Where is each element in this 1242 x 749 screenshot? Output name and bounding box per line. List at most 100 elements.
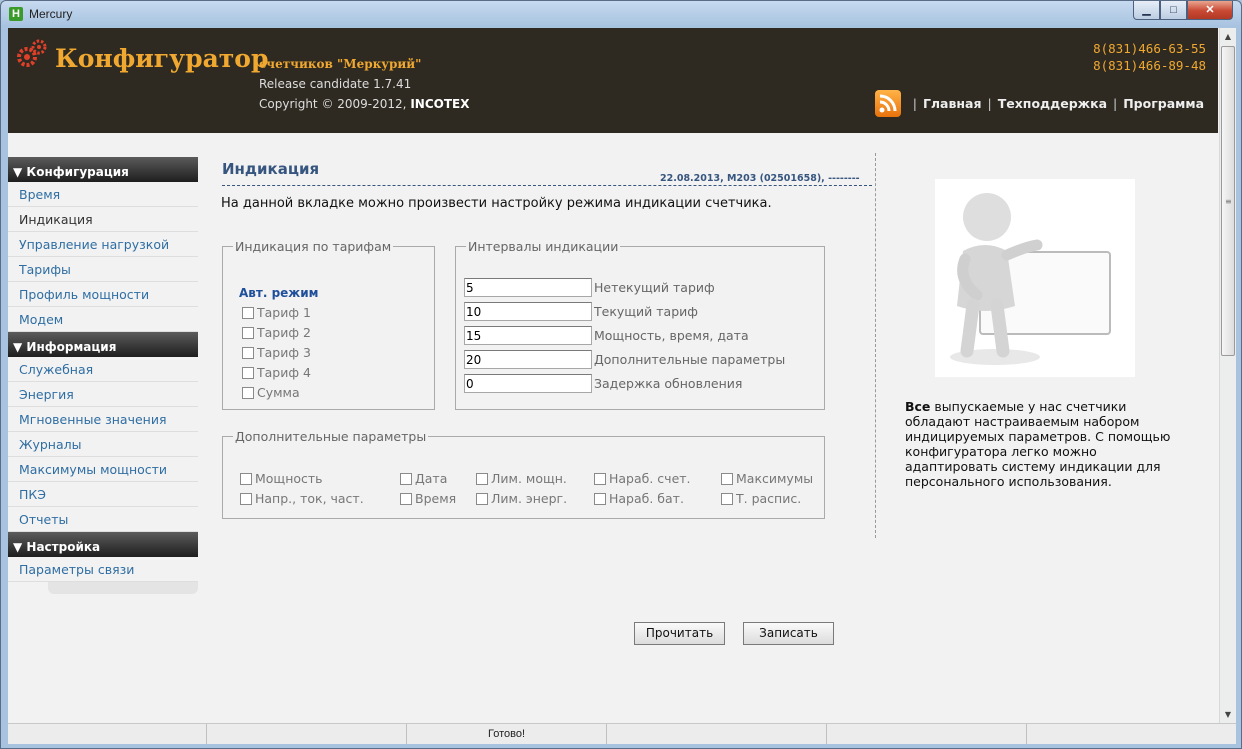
checkbox-box[interactable]	[242, 346, 254, 359]
checkbox-box[interactable]	[240, 472, 252, 485]
scroll-up-arrow-icon[interactable]: ▲	[1220, 28, 1236, 45]
sidebar-item-indication[interactable]: Индикация	[8, 207, 198, 232]
checkbox-box[interactable]	[721, 472, 733, 485]
gears-icon	[17, 39, 47, 67]
checkbox-box[interactable]	[400, 472, 412, 485]
status-text: Готово!	[407, 724, 607, 744]
power-time-date-input[interactable]	[464, 326, 592, 345]
tariff-2-checkbox[interactable]: Тариф 2	[242, 325, 311, 340]
checkbox-box[interactable]	[476, 472, 488, 485]
sidebar-item-power-maximums[interactable]: Максимумы мощности	[8, 457, 198, 482]
sidebar-section-settings[interactable]: ▼ Настройка	[8, 532, 198, 557]
rss-icon[interactable]	[874, 90, 901, 117]
sidebar-item-modem[interactable]: Модем	[8, 307, 198, 332]
interval-row-power-time-date: Мощность, время, дата	[464, 326, 749, 345]
extra-params-input[interactable]	[464, 350, 592, 369]
battery-runtime-checkbox[interactable]: Нараб. бат.	[594, 491, 684, 506]
sidebar-item-load-control[interactable]: Управление нагрузкой	[8, 232, 198, 257]
time-checkbox[interactable]: Время	[400, 491, 456, 506]
power-limit-checkbox[interactable]: Лим. мощн.	[476, 471, 567, 486]
release-label: Release candidate 1.7.41	[259, 77, 412, 91]
sidebar-item-instant-values[interactable]: Мгновенные значения	[8, 407, 198, 432]
checkbox-box[interactable]	[240, 492, 252, 505]
checkbox-box[interactable]	[594, 492, 606, 505]
device-info: 22.08.2013, M203 (02501658), --------	[660, 173, 860, 184]
checkbox-box[interactable]	[721, 492, 733, 505]
content-divider	[875, 153, 876, 538]
close-button[interactable]: ✕	[1187, 1, 1233, 20]
checkbox-box[interactable]	[242, 366, 254, 379]
tariff-indication-group: Индикация по тарифам Авт. режим Тариф 1 …	[222, 239, 435, 410]
title-bar[interactable]: H Mercury ▁ □ ✕	[1, 1, 1241, 28]
power-time-date-label: Мощность, время, дата	[594, 328, 749, 343]
app-icon: H	[9, 7, 23, 21]
phone-1: 8(831)466-63-55	[1093, 41, 1206, 56]
checkbox-box[interactable]	[594, 472, 606, 485]
checkbox-box[interactable]	[242, 386, 254, 399]
grip-icon: ≡	[1225, 197, 1232, 206]
sidebar-section-configuration[interactable]: ▼ Конфигурация	[8, 157, 198, 182]
sum-checkbox[interactable]: Сумма	[242, 385, 300, 400]
scroll-thumb[interactable]: ≡	[1221, 46, 1235, 356]
power-checkbox[interactable]: Мощность	[240, 471, 323, 486]
extra-params-group: Дополнительные параметры Мощность Дата Л…	[222, 429, 825, 519]
client-area: Конфигуратор счетчиков "Меркурий" Releas…	[8, 28, 1236, 723]
app-window: H Mercury ▁ □ ✕ Конфигуратор счетчиков "…	[0, 0, 1242, 749]
nav-separator: |	[1113, 96, 1118, 111]
sidebar-item-pke[interactable]: ПКЭ	[8, 482, 198, 507]
read-button[interactable]: Прочитать	[634, 622, 725, 645]
nav-home-link[interactable]: Главная	[923, 96, 982, 111]
sidebar-item-tariffs[interactable]: Тарифы	[8, 257, 198, 282]
auto-mode-link[interactable]: Авт. режим	[239, 286, 318, 300]
update-delay-label: Задержка обновления	[594, 376, 743, 391]
sidebar-item-connection-params[interactable]: Параметры связи	[8, 557, 198, 582]
header-banner: Конфигуратор счетчиков "Меркурий" Releas…	[8, 28, 1218, 133]
top-navigation: | Главная | Техподдержка | Программа	[874, 90, 1204, 117]
update-delay-input[interactable]	[464, 374, 592, 393]
scroll-down-arrow-icon[interactable]: ▼	[1220, 706, 1236, 723]
write-button[interactable]: Записать	[743, 622, 834, 645]
maximize-button[interactable]: □	[1160, 1, 1187, 20]
checkbox-box[interactable]	[400, 492, 412, 505]
sidebar-section-information[interactable]: ▼ Информация	[8, 332, 198, 357]
extra-params-label: Дополнительные параметры	[594, 352, 786, 367]
sidebar-item-time[interactable]: Время	[8, 182, 198, 207]
status-cell	[607, 724, 827, 744]
sidebar-footer	[48, 582, 198, 594]
indication-intervals-group: Интервалы индикации Нетекущий тариф Теку…	[455, 239, 825, 410]
current-tariff-input[interactable]	[464, 302, 592, 321]
sidebar-item-power-profile[interactable]: Профиль мощности	[8, 282, 198, 307]
nav-program-link[interactable]: Программа	[1123, 96, 1204, 111]
status-cell	[207, 724, 407, 744]
sidebar-item-service[interactable]: Служебная	[8, 357, 198, 382]
page-description: На данной вкладке можно произвести настр…	[221, 196, 772, 211]
phone-numbers: 8(831)466-63-55 8(831)466-89-48	[1093, 40, 1206, 74]
copyright-label: Copyright © 2009-2012, INCOTEX	[259, 97, 470, 111]
date-checkbox[interactable]: Дата	[400, 471, 447, 486]
product-subtitle: счетчиков "Меркурий"	[259, 57, 422, 71]
sidebar-item-reports[interactable]: Отчеты	[8, 507, 198, 532]
nav-support-link[interactable]: Техподдержка	[998, 96, 1107, 111]
vertical-scrollbar[interactable]: ▲ ≡ ▼	[1219, 28, 1236, 723]
meter-runtime-checkbox[interactable]: Нараб. счет.	[594, 471, 691, 486]
title-divider	[222, 185, 872, 186]
schedule-checkbox[interactable]: Т. распис.	[721, 491, 801, 506]
tariff-4-checkbox[interactable]: Тариф 4	[242, 365, 311, 380]
checkbox-box[interactable]	[242, 326, 254, 339]
checkbox-box[interactable]	[242, 306, 254, 319]
voltage-current-freq-checkbox[interactable]: Напр., ток, част.	[240, 491, 364, 506]
minimize-button[interactable]: ▁	[1133, 1, 1160, 20]
status-cell	[8, 724, 207, 744]
tariff-1-checkbox[interactable]: Тариф 1	[242, 305, 311, 320]
non-current-tariff-input[interactable]	[464, 278, 592, 297]
energy-limit-checkbox[interactable]: Лим. энерг.	[476, 491, 567, 506]
tariff-3-checkbox[interactable]: Тариф 3	[242, 345, 311, 360]
logo-text: Конфигуратор	[55, 44, 269, 73]
maximums-checkbox[interactable]: Максимумы	[721, 471, 813, 486]
interval-row-extra-params: Дополнительные параметры	[464, 350, 785, 369]
checkbox-box[interactable]	[476, 492, 488, 505]
sidebar-item-journals[interactable]: Журналы	[8, 432, 198, 457]
window-title: Mercury	[29, 7, 73, 21]
current-tariff-label: Текущий тариф	[594, 304, 698, 319]
sidebar-item-energy[interactable]: Энергия	[8, 382, 198, 407]
